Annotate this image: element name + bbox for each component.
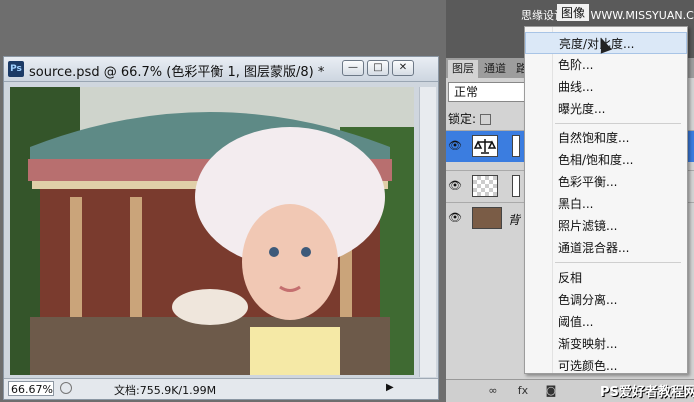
eye-icon[interactable]: 👁 — [448, 139, 462, 153]
mask-icon[interactable]: ◙ — [544, 384, 558, 398]
menu-item-gradient-map[interactable]: 渐变映射... — [525, 333, 687, 355]
document-titlebar[interactable]: Ps source.psd @ 66.7% (色彩平衡 1, 图层蒙版/8) *… — [4, 57, 438, 82]
menu-item-vibrance[interactable]: 自然饱和度... — [525, 127, 687, 149]
document-size-info: 文档:755.9K/1.99M — [114, 384, 217, 397]
zoom-field[interactable]: 66.67% — [8, 381, 54, 396]
link-icon[interactable]: ∞ — [486, 384, 500, 398]
menu-item-invert[interactable]: 反相 — [525, 267, 687, 289]
watermark-bottom: PS爱好者教程网 — [600, 385, 694, 400]
menu-item-threshold[interactable]: 阈值... — [525, 311, 687, 333]
menu-item-exposure[interactable]: 曝光度... — [525, 98, 687, 120]
adjustments-menu: 亮度/对比度... 色阶... 曲线... 曝光度... 自然饱和度... 色相… — [524, 26, 688, 374]
fx-icon[interactable]: fx — [516, 384, 530, 398]
vertical-scrollbar[interactable] — [419, 87, 436, 377]
lock-label: 锁定: — [448, 112, 477, 126]
layer-mask-thumbnail[interactable] — [512, 175, 520, 197]
lock-row: 锁定: — [448, 110, 492, 127]
status-bar: 66.67% 文档:755.9K/1.99M ▶ — [4, 378, 438, 399]
eye-icon[interactable]: 👁 — [448, 179, 462, 193]
adjustment-thumbnail-icon — [472, 135, 498, 157]
document-title: source.psd @ 66.7% (色彩平衡 1, 图层蒙版/8) * — [29, 65, 325, 80]
minimize-button[interactable]: — — [342, 60, 364, 76]
menu-item-levels[interactable]: 色阶... — [525, 54, 687, 76]
background-thumbnail — [472, 207, 502, 229]
maximize-button[interactable]: □ — [367, 60, 389, 76]
menu-item-color-balance[interactable]: 色彩平衡... — [525, 171, 687, 193]
menu-separator — [555, 262, 681, 263]
tab-layers[interactable]: 图层 — [448, 60, 478, 78]
image-canvas[interactable] — [10, 87, 414, 375]
carousel-photo — [10, 87, 414, 375]
lock-transparency-icon[interactable] — [480, 114, 492, 125]
document-window[interactable]: Ps source.psd @ 66.7% (色彩平衡 1, 图层蒙版/8) *… — [3, 56, 439, 400]
tab-channels[interactable]: 通道 — [480, 60, 510, 78]
layer-thumbnail — [472, 175, 498, 197]
layer-name: 背 — [508, 213, 521, 227]
menu-item-photo-filter[interactable]: 照片滤镜... — [525, 215, 687, 237]
photoshop-icon: Ps — [8, 61, 24, 77]
menu-item-curves[interactable]: 曲线... — [525, 76, 687, 98]
watermark-top: 思缘设计论坛 WWW.MISSYUAN.COM — [521, 9, 694, 22]
menu-item-posterize[interactable]: 色调分离... — [525, 289, 687, 311]
menu-title[interactable]: 图像 — [557, 4, 590, 21]
close-button[interactable]: ✕ — [392, 60, 414, 76]
menu-separator — [555, 123, 681, 124]
layer-mask-thumbnail[interactable] — [512, 135, 520, 157]
menu-item-hue-saturation[interactable]: 色相/饱和度... — [525, 149, 687, 171]
menu-item-black-white[interactable]: 黑白... — [525, 193, 687, 215]
menu-item-channel-mixer[interactable]: 通道混合器... — [525, 237, 687, 259]
menu-item-selective-color[interactable]: 可选颜色... — [525, 355, 687, 377]
eye-icon[interactable]: 👁 — [448, 211, 462, 225]
status-options-icon[interactable] — [60, 382, 72, 394]
status-menu-arrow-icon[interactable]: ▶ — [386, 382, 394, 393]
